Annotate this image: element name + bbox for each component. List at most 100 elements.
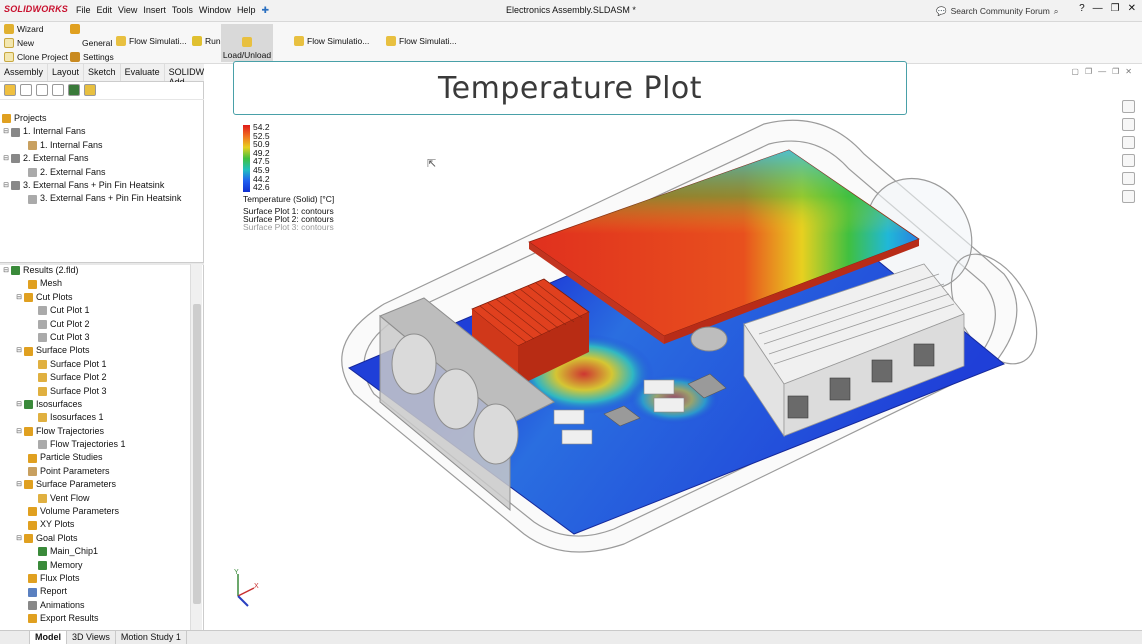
tab-navigation-arrows[interactable]	[0, 631, 30, 644]
tab-sketch[interactable]: Sketch	[84, 64, 121, 81]
tab-3d-views[interactable]: 3D Views	[67, 631, 116, 644]
home-icon[interactable]	[1122, 100, 1135, 113]
minimize-button[interactable]: —	[1093, 3, 1103, 14]
general-button[interactable]: General	[82, 38, 112, 48]
run-button[interactable]: Run	[192, 36, 221, 46]
configuration-manager-tab-icon[interactable]	[36, 84, 48, 96]
flow-simulation-button-2[interactable]: Flow Simulatio...	[294, 36, 369, 46]
appearance-icon[interactable]	[1122, 172, 1135, 185]
tree-item-cut-plot-3[interactable]: Cut Plot 3	[2, 331, 126, 344]
clone-project-button[interactable]: Clone Project	[4, 52, 68, 62]
collapse-icon[interactable]: ⊟	[2, 152, 10, 165]
menu-window[interactable]: Window	[199, 5, 231, 16]
tree-item-cut-plots[interactable]: ⊟Cut Plots	[2, 291, 126, 304]
collapse-icon[interactable]: ⊟	[2, 179, 10, 192]
menu-view[interactable]: View	[118, 5, 137, 16]
collapse-icon[interactable]: ⊟	[15, 532, 23, 545]
tree-item-surface-plots[interactable]: ⊟Surface Plots	[2, 344, 126, 357]
tree-item-surface-parameters[interactable]: ⊟Surface Parameters	[2, 478, 126, 491]
search-icon[interactable]: ⌕	[1054, 6, 1059, 17]
tree-item-mesh[interactable]: Mesh	[2, 277, 126, 290]
feature-manager-tab-icon[interactable]	[4, 84, 16, 96]
tree-item-export-results[interactable]: Export Results	[2, 612, 126, 625]
custom-properties-icon[interactable]	[1122, 190, 1135, 203]
menu-tools[interactable]: Tools	[172, 5, 193, 16]
model-view[interactable]	[204, 64, 1142, 630]
tree-item-surface-plot-1[interactable]: Surface Plot 1	[2, 358, 126, 371]
flow-simulation-button-1[interactable]: Flow Simulati...	[116, 36, 187, 46]
restore-view-icon[interactable]: ❐	[1112, 67, 1119, 76]
tree-item-config-1[interactable]: 1. Internal Fans	[2, 139, 181, 152]
graphics-area[interactable]	[204, 64, 1142, 630]
tree-item-main-chip1[interactable]: Main_Chip1	[2, 545, 126, 558]
wizard-button[interactable]: Wizard	[4, 24, 43, 34]
tree-item-flow-trajectories-1[interactable]: Flow Trajectories 1	[2, 438, 126, 451]
collapse-icon[interactable]: ⊟	[15, 344, 23, 357]
file-explorer-icon[interactable]	[1122, 136, 1135, 149]
flow-simulation-button-3[interactable]: Flow Simulati...	[386, 36, 457, 46]
tab-model[interactable]: Model	[30, 631, 67, 644]
general-settings-icon[interactable]	[70, 24, 80, 34]
tree-item-vent-flow[interactable]: Vent Flow	[2, 492, 126, 505]
pin-icon[interactable]: ✚	[261, 5, 269, 16]
scroll-thumb[interactable]	[193, 304, 201, 604]
menu-insert[interactable]: Insert	[143, 5, 166, 16]
restore-view-icon[interactable]: ❐	[1085, 67, 1092, 76]
collapse-icon[interactable]: ⊟	[2, 264, 10, 277]
tree-item-project-1[interactable]: ⊟1. Internal Fans	[2, 125, 181, 138]
capacitor[interactable]	[691, 327, 727, 351]
new-button[interactable]: New	[4, 38, 34, 48]
menu-edit[interactable]: Edit	[97, 5, 113, 16]
collapse-icon[interactable]: ⊟	[2, 125, 10, 138]
restore-button[interactable]: ❐	[1111, 3, 1120, 14]
tree-item-project-2[interactable]: ⊟2. External Fans	[2, 152, 181, 165]
solidworks-logo[interactable]: SOLIDWORKS	[4, 4, 68, 14]
minimize-view-icon[interactable]: —	[1098, 67, 1106, 76]
tree-item-point-parameters[interactable]: Point Parameters	[2, 465, 126, 478]
tree-item-projects[interactable]: Projects	[2, 112, 181, 125]
help-icon[interactable]: ?	[1079, 3, 1085, 14]
tree-item-memory[interactable]: Memory	[2, 559, 126, 572]
tree-item-cut-plot-2[interactable]: Cut Plot 2	[2, 318, 126, 331]
tree-item-goal-plots[interactable]: ⊟Goal Plots	[2, 532, 126, 545]
search-community[interactable]: 💬 Search Community Forum ⌕	[936, 4, 1076, 18]
tree-item-surface-plot-2[interactable]: Surface Plot 2	[2, 371, 126, 384]
tree-item-volume-parameters[interactable]: Volume Parameters	[2, 505, 126, 518]
tab-layout[interactable]: Layout	[48, 64, 84, 81]
collapse-icon[interactable]: ⊟	[15, 291, 23, 304]
tree-item-particle-studies[interactable]: Particle Studies	[2, 451, 126, 464]
tree-item-results[interactable]: ⊟Results (2.fld)	[2, 264, 126, 277]
property-manager-tab-icon[interactable]	[20, 84, 32, 96]
tree-item-flux-plots[interactable]: Flux Plots	[2, 572, 126, 585]
search-input[interactable]: Search Community Forum	[951, 6, 1050, 16]
tree-item-config-3[interactable]: 3. External Fans + Pin Fin Heatsink	[2, 192, 181, 205]
tab-evaluate[interactable]: Evaluate	[121, 64, 165, 81]
display-manager-tab-icon[interactable]	[68, 84, 80, 96]
tree-item-isosurfaces-1[interactable]: Isosurfaces 1	[2, 411, 126, 424]
close-button[interactable]: ✕	[1128, 3, 1136, 14]
results-scrollbar[interactable]	[190, 264, 202, 630]
tree-item-isosurfaces[interactable]: ⊟Isosurfaces	[2, 398, 126, 411]
menu-file[interactable]: File	[76, 5, 91, 16]
menu-help[interactable]: Help	[237, 5, 256, 16]
settings-button[interactable]: Settings	[70, 52, 114, 62]
collapse-icon[interactable]: ⊟	[15, 478, 23, 491]
load-unload-button[interactable]: Load/Unload	[221, 24, 273, 62]
view-palette-icon[interactable]	[1122, 154, 1135, 167]
dimxpert-tab-icon[interactable]	[52, 84, 64, 96]
tree-item-cut-plot-1[interactable]: Cut Plot 1	[2, 304, 126, 317]
tab-assembly[interactable]: Assembly	[0, 64, 48, 81]
tab-motion-study-1[interactable]: Motion Study 1	[116, 631, 187, 644]
resources-icon[interactable]	[1122, 118, 1135, 131]
tree-item-config-2[interactable]: 2. External Fans	[2, 166, 181, 179]
collapse-icon[interactable]: ⊟	[15, 398, 23, 411]
tree-item-surface-plot-3[interactable]: Surface Plot 3	[2, 385, 126, 398]
tree-item-xy-plots[interactable]: XY Plots	[2, 518, 126, 531]
tree-item-report[interactable]: Report	[2, 585, 126, 598]
tree-item-project-3[interactable]: ⊟3. External Fans + Pin Fin Heatsink	[2, 179, 181, 192]
tile-icon[interactable]: ▢	[1071, 67, 1079, 76]
collapse-icon[interactable]: ⊟	[15, 425, 23, 438]
tree-item-flow-trajectories[interactable]: ⊟Flow Trajectories	[2, 425, 126, 438]
flow-analysis-tab-icon[interactable]	[84, 84, 96, 96]
close-view-icon[interactable]: ✕	[1125, 67, 1132, 76]
